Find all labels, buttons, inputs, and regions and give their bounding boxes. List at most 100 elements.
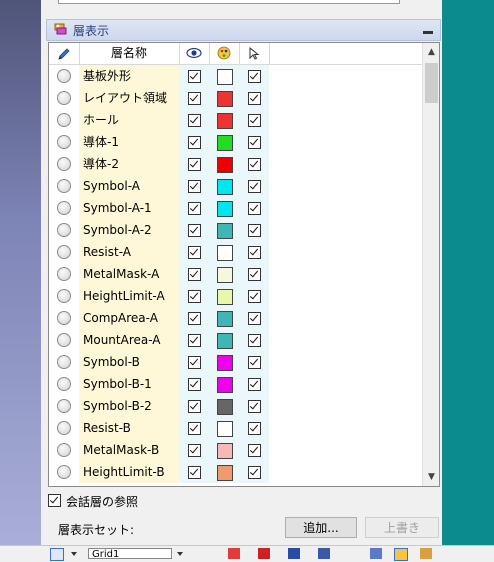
layer-row[interactable]: ホール bbox=[49, 109, 422, 131]
align-icon[interactable] bbox=[318, 548, 330, 559]
add-set-button[interactable]: 追加... bbox=[285, 517, 357, 538]
layer-color-swatch[interactable] bbox=[217, 421, 233, 437]
layer-row[interactable]: MetalMask-A bbox=[49, 263, 422, 285]
layer-row[interactable]: Symbol-B bbox=[49, 351, 422, 373]
selectable-checkbox[interactable] bbox=[248, 114, 261, 127]
scroll-down-icon[interactable]: ▼ bbox=[423, 470, 439, 484]
route-icon[interactable] bbox=[288, 548, 300, 559]
layer-color-swatch[interactable] bbox=[217, 179, 233, 195]
active-layer-radio[interactable] bbox=[57, 135, 71, 149]
vertical-scrollbar[interactable]: ▲ ▼ bbox=[422, 43, 439, 486]
layer-color-swatch[interactable] bbox=[217, 377, 233, 393]
active-layer-radio[interactable] bbox=[57, 421, 71, 435]
col-edit-pen[interactable] bbox=[49, 43, 80, 64]
layer-row[interactable]: MountArea-A bbox=[49, 329, 422, 351]
visible-checkbox[interactable] bbox=[188, 180, 201, 193]
selectable-checkbox[interactable] bbox=[248, 224, 261, 237]
visible-checkbox[interactable] bbox=[188, 70, 201, 83]
selectable-checkbox[interactable] bbox=[248, 202, 261, 215]
layer-row[interactable]: HeightLimit-A bbox=[49, 285, 422, 307]
col-color[interactable] bbox=[209, 43, 240, 64]
layer-color-swatch[interactable] bbox=[217, 157, 233, 173]
visible-checkbox[interactable] bbox=[188, 312, 201, 325]
active-layer-radio[interactable] bbox=[57, 443, 71, 457]
active-layer-radio[interactable] bbox=[57, 157, 71, 171]
layer-color-swatch[interactable] bbox=[217, 201, 233, 217]
active-layer-radio[interactable] bbox=[57, 91, 71, 105]
selectable-checkbox[interactable] bbox=[248, 356, 261, 369]
layer-color-swatch[interactable] bbox=[217, 443, 233, 459]
palette-tool-icon[interactable] bbox=[394, 548, 408, 561]
selectable-checkbox[interactable] bbox=[248, 180, 261, 193]
print-icon[interactable] bbox=[370, 548, 382, 559]
active-layer-radio[interactable] bbox=[57, 333, 71, 347]
layer-row[interactable]: Symbol-B-1 bbox=[49, 373, 422, 395]
visible-checkbox[interactable] bbox=[188, 246, 201, 259]
visible-checkbox[interactable] bbox=[188, 466, 201, 479]
layer-color-swatch[interactable] bbox=[217, 91, 233, 107]
layer-row[interactable]: レイアウト領域 bbox=[49, 87, 422, 109]
col-selectable[interactable] bbox=[239, 43, 270, 64]
active-layer-radio[interactable] bbox=[57, 377, 71, 391]
layer-color-swatch[interactable] bbox=[217, 267, 233, 283]
selectable-checkbox[interactable] bbox=[248, 312, 261, 325]
overwrite-set-button[interactable]: 上書き bbox=[365, 517, 439, 538]
scroll-thumb[interactable] bbox=[425, 63, 438, 103]
layer-color-swatch[interactable] bbox=[217, 69, 233, 85]
active-layer-radio[interactable] bbox=[57, 223, 71, 237]
visible-checkbox[interactable] bbox=[188, 378, 201, 391]
layer-row[interactable]: Symbol-A-2 bbox=[49, 219, 422, 241]
active-layer-radio[interactable] bbox=[57, 245, 71, 259]
visible-checkbox[interactable] bbox=[188, 268, 201, 281]
selectable-checkbox[interactable] bbox=[248, 290, 261, 303]
selectable-checkbox[interactable] bbox=[248, 92, 261, 105]
dropdown-arrow-icon[interactable] bbox=[70, 548, 82, 559]
layer-row[interactable]: HeightLimit-B bbox=[49, 461, 422, 483]
visible-checkbox[interactable] bbox=[188, 224, 201, 237]
layer-color-swatch[interactable] bbox=[217, 355, 233, 371]
visible-checkbox[interactable] bbox=[188, 92, 201, 105]
layer-row[interactable]: 導体-1 bbox=[49, 131, 422, 153]
active-layer-radio[interactable] bbox=[57, 311, 71, 325]
grid-dropdown-icon[interactable] bbox=[176, 548, 188, 559]
selectable-checkbox[interactable] bbox=[248, 334, 261, 347]
active-layer-radio[interactable] bbox=[57, 201, 71, 215]
visible-checkbox[interactable] bbox=[188, 114, 201, 127]
layer-toggle-icon[interactable] bbox=[50, 548, 64, 561]
selectable-checkbox[interactable] bbox=[248, 268, 261, 281]
visible-checkbox[interactable] bbox=[188, 444, 201, 457]
active-layer-radio[interactable] bbox=[57, 267, 71, 281]
selectable-checkbox[interactable] bbox=[248, 466, 261, 479]
drc-icon[interactable] bbox=[228, 548, 240, 559]
layer-color-swatch[interactable] bbox=[217, 399, 233, 415]
active-layer-radio[interactable] bbox=[57, 399, 71, 413]
active-layer-radio[interactable] bbox=[57, 465, 71, 479]
visible-checkbox[interactable] bbox=[188, 334, 201, 347]
selectable-checkbox[interactable] bbox=[248, 70, 261, 83]
layer-row[interactable]: CompArea-A bbox=[49, 307, 422, 329]
layer-color-swatch[interactable] bbox=[217, 465, 233, 481]
active-layer-radio[interactable] bbox=[57, 289, 71, 303]
layer-row[interactable]: 導体-2 bbox=[49, 153, 422, 175]
layer-color-swatch[interactable] bbox=[217, 333, 233, 349]
layer-color-swatch[interactable] bbox=[217, 223, 233, 239]
col-visible[interactable] bbox=[179, 43, 210, 64]
layer-color-swatch[interactable] bbox=[217, 289, 233, 305]
visible-checkbox[interactable] bbox=[188, 158, 201, 171]
grid-select[interactable]: Grid1 bbox=[88, 548, 172, 559]
visible-checkbox[interactable] bbox=[188, 136, 201, 149]
selectable-checkbox[interactable] bbox=[248, 444, 261, 457]
selectable-checkbox[interactable] bbox=[248, 246, 261, 259]
layer-row[interactable]: Symbol-A bbox=[49, 175, 422, 197]
layer-color-swatch[interactable] bbox=[217, 311, 233, 327]
visible-checkbox[interactable] bbox=[188, 202, 201, 215]
layer-row[interactable]: Resist-A bbox=[49, 241, 422, 263]
visible-checkbox[interactable] bbox=[188, 400, 201, 413]
layer-row[interactable]: Symbol-B-2 bbox=[49, 395, 422, 417]
layer-row[interactable]: 基板外形 bbox=[49, 65, 422, 87]
selectable-checkbox[interactable] bbox=[248, 422, 261, 435]
layer-color-swatch[interactable] bbox=[217, 113, 233, 129]
layer-row[interactable]: Resist-B bbox=[49, 417, 422, 439]
visible-checkbox[interactable] bbox=[188, 356, 201, 369]
layer-row[interactable]: MetalMask-B bbox=[49, 439, 422, 461]
